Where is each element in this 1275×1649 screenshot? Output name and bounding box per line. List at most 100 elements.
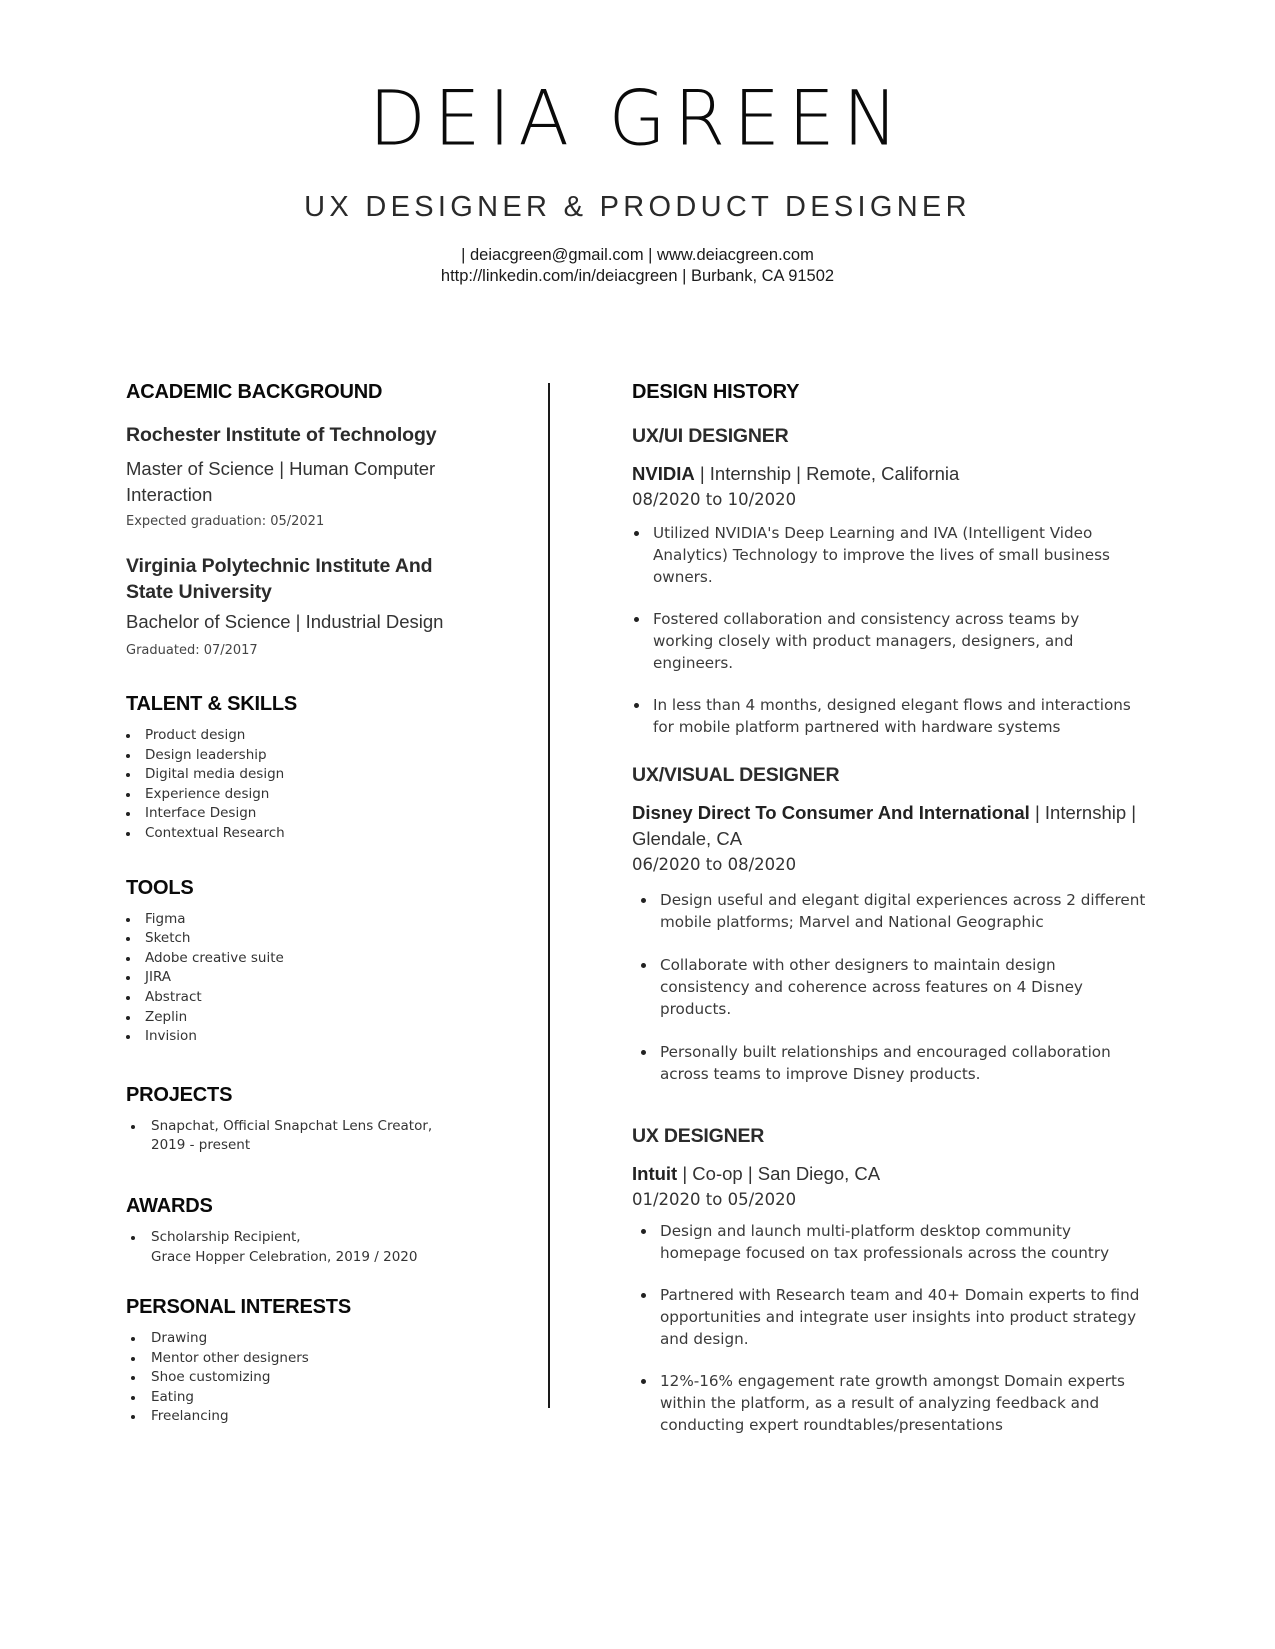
section-heading: TALENT & SKILLS xyxy=(126,693,298,715)
candidate-name: DEIA GREEN xyxy=(368,75,907,163)
bullet-icon xyxy=(126,792,130,797)
list-item: In less than 4 months, designed elegant … xyxy=(632,694,1132,738)
school-name: Virginia Polytechnic Institute And State… xyxy=(126,555,433,603)
interests-list: Drawing Mentor other designers Shoe cust… xyxy=(126,1329,486,1427)
projects-list: Snapchat, Official Snapchat Lens Creator… xyxy=(126,1117,446,1156)
bullet-icon xyxy=(634,617,639,622)
list-item: Collaborate with other designers to main… xyxy=(632,954,1147,1020)
contact-line-1: | deiacgreen@gmail.com | www.deiacgreen.… xyxy=(461,246,814,264)
list-item: Snapchat, Official Snapchat Lens Creator… xyxy=(126,1117,446,1156)
company-name: Disney Direct To Consumer And Internatio… xyxy=(632,802,1030,823)
job-entry: UX/UI DESIGNER NVIDIA | Internship | Rem… xyxy=(632,423,1172,738)
bullet-icon xyxy=(126,976,130,981)
bullet-icon xyxy=(126,937,130,942)
list-item: Experience design xyxy=(126,785,486,805)
list-item: Product design xyxy=(126,726,486,746)
job-role: UX DESIGNER xyxy=(632,1125,765,1147)
list-item: Invision xyxy=(126,1027,486,1047)
projects-section: PROJECTS Snapchat, Official Snapchat Len… xyxy=(126,1083,486,1156)
list-item: Fostered collaboration and consistency a… xyxy=(632,608,1132,674)
list-item: Freelancing xyxy=(126,1407,486,1427)
company-line: Intuit | Co-op | San Diego, CA xyxy=(632,1161,1172,1187)
list-item: Personally built relationships and encou… xyxy=(632,1041,1147,1085)
list-item: Design useful and elegant digital experi… xyxy=(632,889,1147,933)
academic-section: ACADEMIC BACKGROUND Rochester Institute … xyxy=(126,380,486,660)
job-dates: 06/2020 to 08/2020 xyxy=(632,855,797,874)
bullet-icon xyxy=(126,812,130,817)
bullet-icon xyxy=(126,995,130,1000)
list-item: Eating xyxy=(126,1388,486,1408)
section-heading: TOOLS xyxy=(126,876,194,899)
tools-list: Figma Sketch Adobe creative suite JIRA A… xyxy=(126,910,486,1047)
bullet-icon xyxy=(641,1379,646,1384)
list-item: Design and launch multi-platform desktop… xyxy=(632,1220,1152,1264)
column-divider xyxy=(548,383,550,1408)
bullet-icon xyxy=(634,531,639,536)
bullet-icon xyxy=(126,1035,130,1040)
bullet-icon xyxy=(126,1015,130,1020)
list-item: Utilized NVIDIA's Deep Learning and IVA … xyxy=(632,522,1132,588)
skills-list: Product design Design leadership Digital… xyxy=(126,726,486,844)
awards-section: AWARDS Scholarship Recipient, Grace Hoppe… xyxy=(126,1194,486,1267)
job-role: UX/UI DESIGNER xyxy=(632,425,789,447)
job-entry: UX DESIGNER Intuit | Co-op | San Diego, … xyxy=(632,1123,1172,1436)
list-item: Contextual Research xyxy=(126,824,486,844)
school-entry: Rochester Institute of Technology Master… xyxy=(126,422,486,531)
school-name: Rochester Institute of Technology xyxy=(126,424,437,446)
bullet-icon xyxy=(131,1415,135,1420)
list-item: Zeplin xyxy=(126,1008,486,1028)
bullet-icon xyxy=(131,1395,135,1400)
job-dates: 01/2020 to 05/2020 xyxy=(632,1190,797,1209)
degree: Bachelor of Science | Industrial Design xyxy=(126,611,444,632)
job-bullets: Utilized NVIDIA's Deep Learning and IVA … xyxy=(632,522,1132,738)
job-bullets: Design useful and elegant digital experi… xyxy=(632,889,1147,1085)
section-heading: ACADEMIC BACKGROUND xyxy=(126,381,383,403)
bullet-icon xyxy=(641,898,646,903)
list-item: Digital media design xyxy=(126,765,486,785)
bullet-icon xyxy=(126,831,130,836)
bullet-icon xyxy=(126,956,130,961)
job-title: UX DESIGNER & PRODUCT DESIGNER xyxy=(304,191,971,223)
bullet-icon xyxy=(131,1124,135,1129)
awards-list: Scholarship Recipient, Grace Hopper Celeb… xyxy=(126,1228,486,1267)
company-line: NVIDIA | Internship | Remote, California xyxy=(632,461,1172,487)
bullet-icon xyxy=(641,963,646,968)
list-item: Scholarship Recipient, Grace Hopper Celeb… xyxy=(126,1228,486,1267)
bullet-icon xyxy=(126,917,130,922)
list-item: 12%-16% engagement rate growth amongst D… xyxy=(632,1370,1152,1436)
list-item: Partnered with Research team and 40+ Dom… xyxy=(632,1284,1152,1350)
section-heading: DESIGN HISTORY xyxy=(632,381,800,403)
contact-line-2: http://linkedin.com/in/deiacgreen | Burb… xyxy=(440,267,835,285)
job-bullets: Design and launch multi-platform desktop… xyxy=(632,1220,1152,1436)
bullet-icon xyxy=(641,1050,646,1055)
list-item: Abstract xyxy=(126,988,486,1008)
company-line: Disney Direct To Consumer And Internatio… xyxy=(632,800,1152,852)
list-item: Shoe customizing xyxy=(126,1368,486,1388)
bullet-icon xyxy=(131,1235,135,1240)
left-column: ACADEMIC BACKGROUND Rochester Institute … xyxy=(126,380,486,1427)
bullet-icon xyxy=(131,1376,135,1381)
section-heading: AWARDS xyxy=(126,1194,213,1217)
job-details: | Co-op | San Diego, CA xyxy=(677,1163,881,1184)
job-entry: UX/VISUAL DESIGNER Disney Direct To Cons… xyxy=(632,762,1172,1085)
list-item: Interface Design xyxy=(126,804,486,824)
skills-section: TALENT & SKILLS Product design Design le… xyxy=(126,692,486,844)
list-item: Adobe creative suite xyxy=(126,949,486,969)
job-details: | Internship | Remote, California xyxy=(694,463,960,484)
right-column: DESIGN HISTORY UX/UI DESIGNER NVIDIA | I… xyxy=(632,380,1172,1436)
list-item: Mentor other designers xyxy=(126,1349,486,1369)
list-item: JIRA xyxy=(126,968,486,988)
section-heading: PERSONAL INTERESTS xyxy=(126,1296,351,1319)
list-item: Design leadership xyxy=(126,746,486,766)
school-entry: Virginia Polytechnic Institute And State… xyxy=(126,553,486,660)
bullet-icon xyxy=(126,773,130,778)
company-name: Intuit xyxy=(632,1163,678,1184)
graduation-date: Expected graduation: 05/2021 xyxy=(126,514,325,529)
bullet-icon xyxy=(131,1337,135,1342)
bullet-icon xyxy=(641,1229,646,1234)
list-item: Sketch xyxy=(126,929,486,949)
degree: Master of Science | Human Computer Inter… xyxy=(126,458,436,505)
company-name: NVIDIA xyxy=(632,463,695,484)
graduation-date: Graduated: 07/2017 xyxy=(126,643,258,658)
list-item: Figma xyxy=(126,910,486,930)
